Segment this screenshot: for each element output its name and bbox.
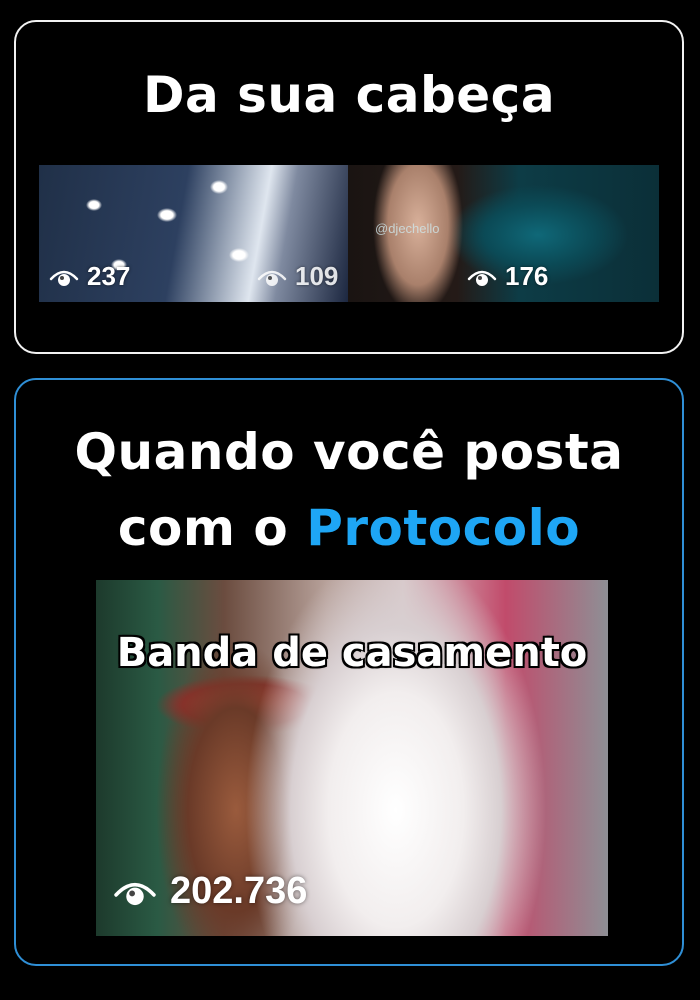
eye-icon: [257, 270, 287, 286]
title-line-2: com o Protocolo: [16, 490, 682, 566]
eye-icon: [467, 270, 497, 286]
title-line-1: Quando você posta: [74, 423, 624, 481]
photo-caption: Banda de casamento: [116, 630, 588, 676]
view-count-value: 109: [295, 261, 339, 291]
wedding-photo-thumbnail[interactable]: Banda de casamento 202.736: [96, 580, 608, 936]
top-card-title: Da sua cabeça: [142, 66, 556, 124]
view-count-2: 109: [257, 261, 338, 292]
view-count-value: 176: [505, 261, 549, 291]
top-card: Da sua cabeça @djechello 237 109 176: [14, 20, 684, 354]
view-count-1: 237: [49, 261, 130, 292]
view-count-value: 237: [87, 261, 131, 291]
eye-icon: [49, 270, 79, 286]
view-count-large: 202.736: [112, 870, 307, 913]
title-accent-word: Protocolo: [306, 499, 581, 557]
video-thumbnail-strip: @djechello 237 109 176: [39, 165, 659, 302]
bottom-card: Quando você posta com o Protocolo Banda …: [14, 378, 684, 966]
eye-icon: [114, 882, 156, 905]
view-count-value: 202.736: [170, 870, 308, 912]
view-count-3: 176: [467, 261, 548, 292]
bottom-card-title: Quando você posta com o Protocolo: [16, 414, 682, 566]
watermark-text: @djechello: [375, 221, 440, 236]
title-line-2-prefix: com o: [117, 499, 307, 557]
